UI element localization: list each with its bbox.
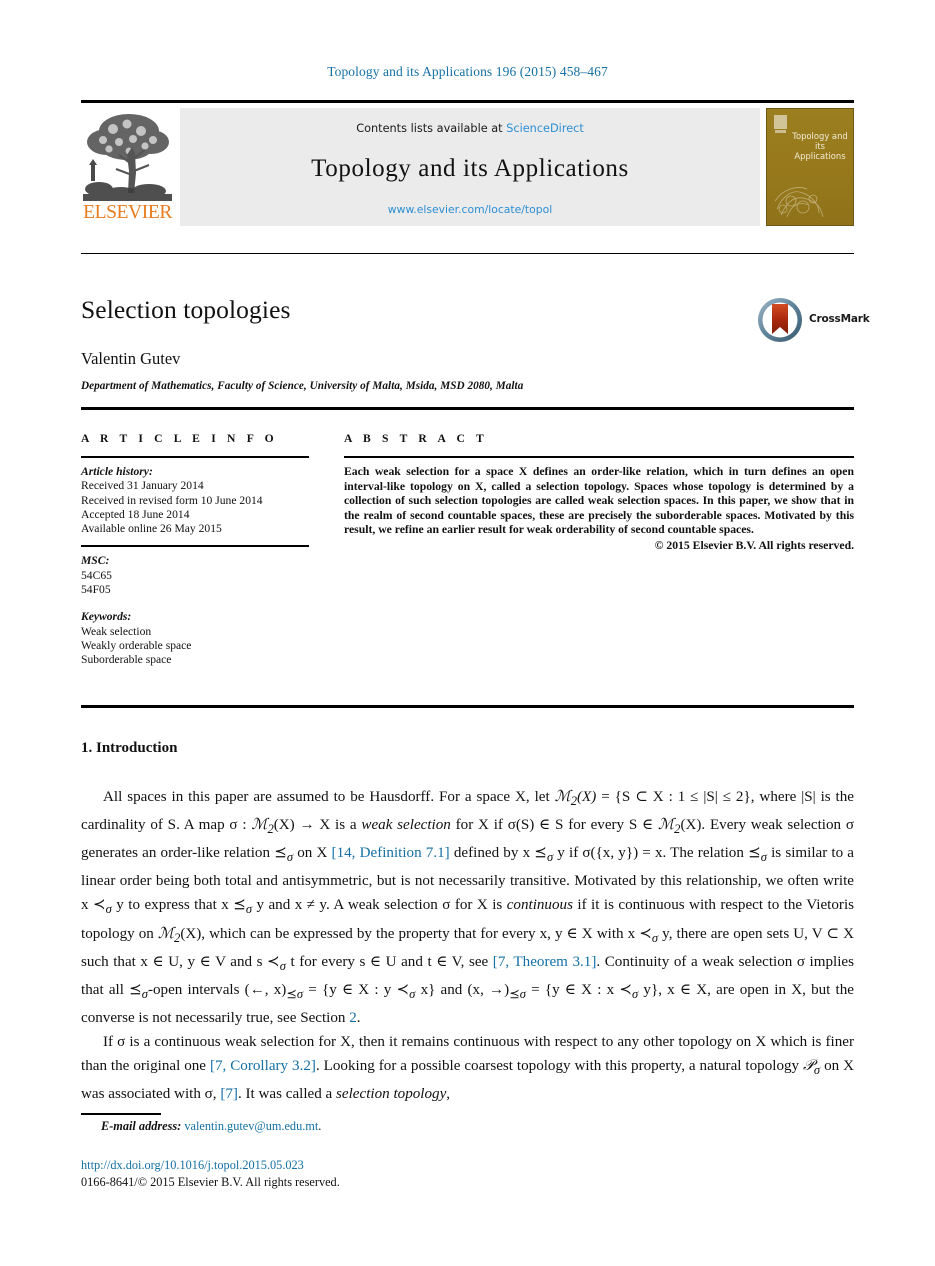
text-run: . Looking for a possible coarsest topolo… [315, 1058, 804, 1075]
section-heading-introduction: 1. Introduction [81, 740, 178, 756]
text-run: on X [293, 845, 332, 862]
text-run: . [356, 1009, 361, 1026]
text-run: = {y ∈ X : x ≺ [525, 981, 633, 998]
text-run: for X if σ(S) ∈ S for every S ∈ [450, 817, 659, 834]
text-run: All spaces in this paper are assumed to … [103, 789, 555, 805]
elsevier-tree-icon [83, 109, 172, 201]
paragraph-1: All spaces in this paper are assumed to … [81, 789, 855, 1026]
keywords-label: Keywords: [81, 610, 132, 624]
journal-cover-thumbnail: Topology and its Applications [766, 108, 854, 226]
article-history-label: Article history: [81, 465, 153, 478]
elsevier-wordmark: ELSEVIER [83, 202, 172, 223]
sciencedirect-link[interactable]: ScienceDirect [506, 122, 584, 135]
text-run: weak selection [361, 817, 451, 834]
journal-title: Topology and its Applications [311, 155, 629, 182]
crossmark-icon [758, 298, 802, 342]
cover-journal-title: Topology and its Applications [792, 131, 848, 161]
keyword-item: Weakly orderable space [81, 638, 192, 652]
article-info-rule [81, 456, 309, 458]
crossmark-badge[interactable]: CrossMark [757, 297, 870, 345]
text-run: selection topology [336, 1086, 447, 1103]
page-title: Selection topologies [81, 295, 291, 324]
journal-url-link[interactable]: www.elsevier.com/locate/topol [180, 203, 760, 216]
paragraph-2: If σ is a continuous weak selection for … [81, 1033, 855, 1103]
history-item: Available online 26 May 2015 [81, 522, 222, 536]
text-run: y if σ({x, y}) = x. The relation ⪯ [553, 845, 761, 862]
text-run: y to express that x ⪯ [111, 897, 246, 914]
history-item: Received in revised form 10 June 2014 [81, 493, 263, 507]
citation-link-7-corollary[interactable]: [7, Corollary 3.2] [210, 1058, 316, 1074]
cover-elsevier-mark-icon [774, 115, 787, 133]
author-affiliation: Department of Mathematics, Faculty of Sc… [81, 380, 524, 392]
footnote-email: E-mail address: valentin.gutev@um.edu.mt… [101, 1119, 321, 1134]
article-info-heading: A R T I C L E I N F O [81, 432, 278, 445]
text-run: defined by x ⪯ [449, 845, 547, 862]
citation-link-7[interactable]: [7] [220, 1086, 238, 1102]
article-history-block: Article history: Received 31 January 201… [81, 465, 309, 536]
citation-link-section-2[interactable]: 2 [349, 1010, 357, 1026]
keyword-item: Suborderable space [81, 653, 172, 667]
abstract-text: Each weak selection for a space X define… [344, 465, 854, 537]
elsevier-logo: ELSEVIER [81, 108, 174, 226]
doi-link[interactable]: http://dx.doi.org/10.1016/j.topol.2015.0… [81, 1158, 304, 1173]
msc-label: MSC: [81, 554, 110, 568]
citation-link-7-theorem[interactable]: [7, Theorem 3.1] [493, 954, 597, 970]
email-link[interactable]: valentin.gutev@um.edu.mt [184, 1119, 318, 1133]
text-run: continuous [506, 897, 573, 914]
journal-masthead: ELSEVIER Contents lists available at Sci… [81, 100, 854, 226]
abstract-bottom-rule [81, 705, 854, 708]
email-label: E-mail address: [101, 1119, 182, 1133]
body-text: All spaces in this paper are assumed to … [81, 785, 854, 1106]
text-run: y and x ≠ y. A weak selection σ for X is [252, 897, 507, 914]
msc-item: 54C65 [81, 568, 112, 582]
abstract-copyright: © 2015 Elsevier B.V. All rights reserved… [654, 538, 854, 552]
masthead-top-rule [81, 100, 854, 103]
text-run: -open intervals (←, x) [147, 981, 287, 998]
crossmark-label: CrossMark [809, 313, 870, 325]
text-run: x} and (x, →) [415, 981, 510, 998]
issn-copyright-line: 0166-8641/© 2015 Elsevier B.V. All right… [81, 1175, 340, 1189]
title-divider [81, 253, 854, 254]
keywords-block: Keywords: Weak selection Weakly orderabl… [81, 610, 309, 667]
info-top-rule [81, 407, 854, 410]
cover-artwork [774, 187, 824, 218]
text-run: (X), which can be expressed by the prope… [180, 925, 652, 942]
text-run: , [446, 1086, 451, 1103]
masthead-center: Contents lists available at ScienceDirec… [180, 108, 760, 226]
citation-link-14[interactable]: [14, Definition 7.1] [332, 845, 450, 861]
footnote-rule [81, 1113, 161, 1115]
history-item: Received 31 January 2014 [81, 479, 204, 493]
paper-page: Topology and its Applications 196 (2015)… [0, 0, 935, 1266]
text-run: (X) → X is a [273, 817, 362, 834]
keyword-item: Weak selection [81, 624, 152, 638]
text-run: . It was called a [237, 1086, 337, 1103]
contents-prefix: Contents lists available at [356, 122, 507, 135]
text-run: = {y ∈ X : y ≺ [303, 981, 410, 998]
text-run: . [318, 1119, 322, 1133]
msc-block: MSC: 54C65 54F05 [81, 554, 309, 597]
abstract-heading: A B S T R A C T [344, 432, 488, 445]
history-item: Accepted 18 June 2014 [81, 507, 190, 521]
running-head: Topology and its Applications 196 (2015)… [327, 64, 608, 79]
text-run: t for every s ∈ U and t ∈ V, see [285, 953, 493, 970]
abstract-rule [344, 456, 854, 458]
contents-lists-line: Contents lists available at ScienceDirec… [180, 122, 760, 135]
msc-item: 54F05 [81, 583, 111, 597]
msc-rule [81, 545, 309, 548]
author-name: Valentin Gutev [81, 349, 181, 368]
abstract-column: A B S T R A C T Each weak selection for … [344, 432, 854, 552]
article-info-column: A R T I C L E I N F O Article history: R… [81, 432, 309, 668]
